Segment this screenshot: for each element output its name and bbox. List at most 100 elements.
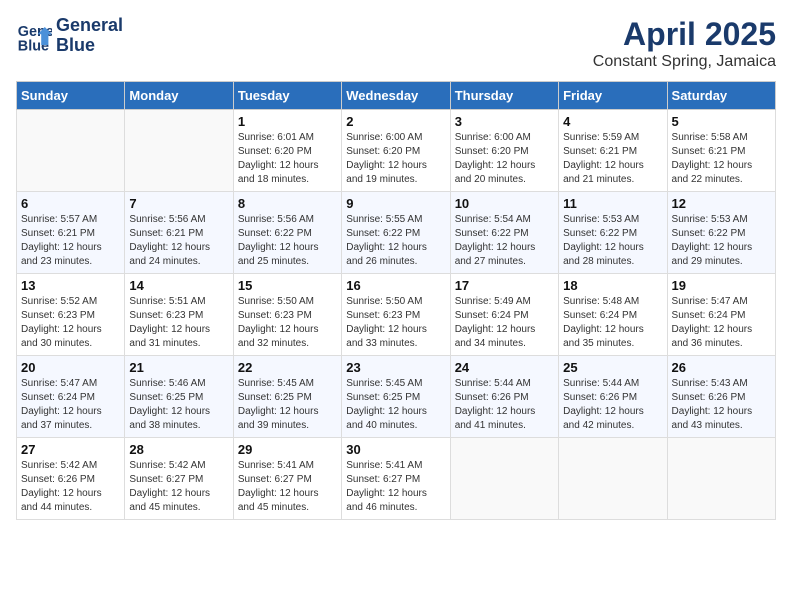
- calendar-cell: 7 Sunrise: 5:56 AMSunset: 6:21 PMDaylight…: [125, 192, 233, 274]
- week-row-1: 1Sunrise: 6:01 AMSunset: 6:20 PMDaylight…: [17, 110, 776, 192]
- day-number: 27: [21, 442, 120, 457]
- day-header-sunday: Sunday: [17, 82, 125, 110]
- day-info: Sunrise: 5:41 AMSunset: 6:27 PMDaylight:…: [238, 459, 337, 515]
- week-row-4: 20 Sunrise: 5:47 AMSunset: 6:24 PMDayligh…: [17, 356, 776, 438]
- day-info: Sunrise: 5:46 AMSunset: 6:25 PMDaylight:…: [129, 377, 228, 433]
- calendar-cell: 13 Sunrise: 5:52 AMSunset: 6:23 PMDayligh…: [17, 274, 125, 356]
- calendar-cell: 18 Sunrise: 5:48 AMSunset: 6:24 PMDayligh…: [559, 274, 667, 356]
- calendar-cell: 2 Sunrise: 6:00 AMSunset: 6:20 PMDaylight…: [342, 110, 450, 192]
- calendar-cell: 3Sunrise: 6:00 AMSunset: 6:20 PMDaylight…: [450, 110, 558, 192]
- calendar-cell: 10Sunrise: 5:54 AMSunset: 6:22 PMDayligh…: [450, 192, 558, 274]
- day-number: 20: [21, 360, 120, 375]
- day-info: Sunrise: 5:58 AMSunset: 6:21 PMDaylight:…: [672, 131, 771, 187]
- day-number: 2: [346, 114, 445, 129]
- calendar-cell: 28Sunrise: 5:42 AMSunset: 6:27 PMDayligh…: [125, 438, 233, 520]
- day-header-tuesday: Tuesday: [233, 82, 341, 110]
- calendar-cell: 26 Sunrise: 5:43 AMSunset: 6:26 PMDayligh…: [667, 356, 775, 438]
- calendar-cell: 22 Sunrise: 5:45 AMSunset: 6:25 PMDayligh…: [233, 356, 341, 438]
- day-number: 24: [455, 360, 554, 375]
- calendar-cell: 4 Sunrise: 5:59 AMSunset: 6:21 PMDaylight…: [559, 110, 667, 192]
- day-info: Sunrise: 5:44 AMSunset: 6:26 PMDaylight:…: [563, 377, 662, 433]
- title-area: April 2025 Constant Spring, Jamaica: [593, 16, 776, 71]
- logo-line1: General: [56, 16, 123, 36]
- day-number: 29: [238, 442, 337, 457]
- month-title: April 2025: [593, 16, 776, 53]
- calendar-table: SundayMondayTuesdayWednesdayThursdayFrid…: [16, 81, 776, 520]
- calendar-cell: [559, 438, 667, 520]
- day-number: 7: [129, 196, 228, 211]
- day-number: 19: [672, 278, 771, 293]
- week-row-2: 6 Sunrise: 5:57 AMSunset: 6:21 PMDaylight…: [17, 192, 776, 274]
- day-header-friday: Friday: [559, 82, 667, 110]
- day-info: Sunrise: 6:00 AMSunset: 6:20 PMDaylight:…: [346, 131, 445, 187]
- location-title: Constant Spring, Jamaica: [593, 53, 776, 71]
- day-header-saturday: Saturday: [667, 82, 775, 110]
- calendar-cell: 1Sunrise: 6:01 AMSunset: 6:20 PMDaylight…: [233, 110, 341, 192]
- day-info: Sunrise: 6:01 AMSunset: 6:20 PMDaylight:…: [238, 131, 337, 187]
- header-row: SundayMondayTuesdayWednesdayThursdayFrid…: [17, 82, 776, 110]
- calendar-cell: 30 Sunrise: 5:41 AMSunset: 6:27 PMDayligh…: [342, 438, 450, 520]
- day-info: Sunrise: 5:42 AMSunset: 6:26 PMDaylight:…: [21, 459, 120, 515]
- day-number: 10: [455, 196, 554, 211]
- calendar-cell: 14 Sunrise: 5:51 AMSunset: 6:23 PMDayligh…: [125, 274, 233, 356]
- day-info: Sunrise: 5:43 AMSunset: 6:26 PMDaylight:…: [672, 377, 771, 433]
- logo-text: General Blue: [56, 16, 123, 56]
- day-info: Sunrise: 5:52 AMSunset: 6:23 PMDaylight:…: [21, 295, 120, 351]
- day-number: 8: [238, 196, 337, 211]
- day-number: 6: [21, 196, 120, 211]
- day-number: 16: [346, 278, 445, 293]
- day-number: 22: [238, 360, 337, 375]
- calendar-cell: 9Sunrise: 5:55 AMSunset: 6:22 PMDaylight…: [342, 192, 450, 274]
- day-info: Sunrise: 5:42 AMSunset: 6:27 PMDaylight:…: [129, 459, 228, 515]
- day-info: Sunrise: 5:53 AMSunset: 6:22 PMDaylight:…: [563, 213, 662, 269]
- day-number: 5: [672, 114, 771, 129]
- week-row-5: 27 Sunrise: 5:42 AMSunset: 6:26 PMDayligh…: [17, 438, 776, 520]
- day-info: Sunrise: 5:47 AMSunset: 6:24 PMDaylight:…: [672, 295, 771, 351]
- calendar-cell: 11 Sunrise: 5:53 AMSunset: 6:22 PMDayligh…: [559, 192, 667, 274]
- day-number: 17: [455, 278, 554, 293]
- day-info: Sunrise: 5:51 AMSunset: 6:23 PMDaylight:…: [129, 295, 228, 351]
- calendar-cell: 20 Sunrise: 5:47 AMSunset: 6:24 PMDayligh…: [17, 356, 125, 438]
- logo-icon: General Blue: [16, 18, 52, 54]
- calendar-cell: 21Sunrise: 5:46 AMSunset: 6:25 PMDayligh…: [125, 356, 233, 438]
- calendar-cell: 27 Sunrise: 5:42 AMSunset: 6:26 PMDayligh…: [17, 438, 125, 520]
- day-number: 25: [563, 360, 662, 375]
- day-header-thursday: Thursday: [450, 82, 558, 110]
- calendar-cell: 15Sunrise: 5:50 AMSunset: 6:23 PMDayligh…: [233, 274, 341, 356]
- day-info: Sunrise: 5:47 AMSunset: 6:24 PMDaylight:…: [21, 377, 120, 433]
- calendar-cell: 19 Sunrise: 5:47 AMSunset: 6:24 PMDayligh…: [667, 274, 775, 356]
- day-number: 9: [346, 196, 445, 211]
- day-info: Sunrise: 5:48 AMSunset: 6:24 PMDaylight:…: [563, 295, 662, 351]
- day-number: 4: [563, 114, 662, 129]
- day-info: Sunrise: 5:59 AMSunset: 6:21 PMDaylight:…: [563, 131, 662, 187]
- day-info: Sunrise: 5:57 AMSunset: 6:21 PMDaylight:…: [21, 213, 120, 269]
- calendar-cell: 25 Sunrise: 5:44 AMSunset: 6:26 PMDayligh…: [559, 356, 667, 438]
- day-number: 13: [21, 278, 120, 293]
- day-number: 18: [563, 278, 662, 293]
- calendar-cell: 8 Sunrise: 5:56 AMSunset: 6:22 PMDaylight…: [233, 192, 341, 274]
- day-info: Sunrise: 5:56 AMSunset: 6:22 PMDaylight:…: [238, 213, 337, 269]
- day-header-monday: Monday: [125, 82, 233, 110]
- day-number: 30: [346, 442, 445, 457]
- day-info: Sunrise: 5:56 AMSunset: 6:21 PMDaylight:…: [129, 213, 228, 269]
- day-info: Sunrise: 5:41 AMSunset: 6:27 PMDaylight:…: [346, 459, 445, 515]
- day-header-wednesday: Wednesday: [342, 82, 450, 110]
- day-number: 15: [238, 278, 337, 293]
- logo-line2: Blue: [56, 36, 123, 56]
- calendar-cell: 12Sunrise: 5:53 AMSunset: 6:22 PMDayligh…: [667, 192, 775, 274]
- logo: General Blue General Blue: [16, 16, 123, 56]
- header: General Blue General Blue April 2025 Con…: [16, 16, 776, 71]
- calendar-cell: 16Sunrise: 5:50 AMSunset: 6:23 PMDayligh…: [342, 274, 450, 356]
- day-number: 14: [129, 278, 228, 293]
- day-number: 11: [563, 196, 662, 211]
- day-info: Sunrise: 5:44 AMSunset: 6:26 PMDaylight:…: [455, 377, 554, 433]
- day-number: 26: [672, 360, 771, 375]
- calendar-cell: 5 Sunrise: 5:58 AMSunset: 6:21 PMDaylight…: [667, 110, 775, 192]
- week-row-3: 13 Sunrise: 5:52 AMSunset: 6:23 PMDayligh…: [17, 274, 776, 356]
- day-info: Sunrise: 5:45 AMSunset: 6:25 PMDaylight:…: [238, 377, 337, 433]
- calendar-cell: [667, 438, 775, 520]
- day-number: 12: [672, 196, 771, 211]
- day-info: Sunrise: 5:45 AMSunset: 6:25 PMDaylight:…: [346, 377, 445, 433]
- calendar-cell: 6 Sunrise: 5:57 AMSunset: 6:21 PMDaylight…: [17, 192, 125, 274]
- calendar-cell: [125, 110, 233, 192]
